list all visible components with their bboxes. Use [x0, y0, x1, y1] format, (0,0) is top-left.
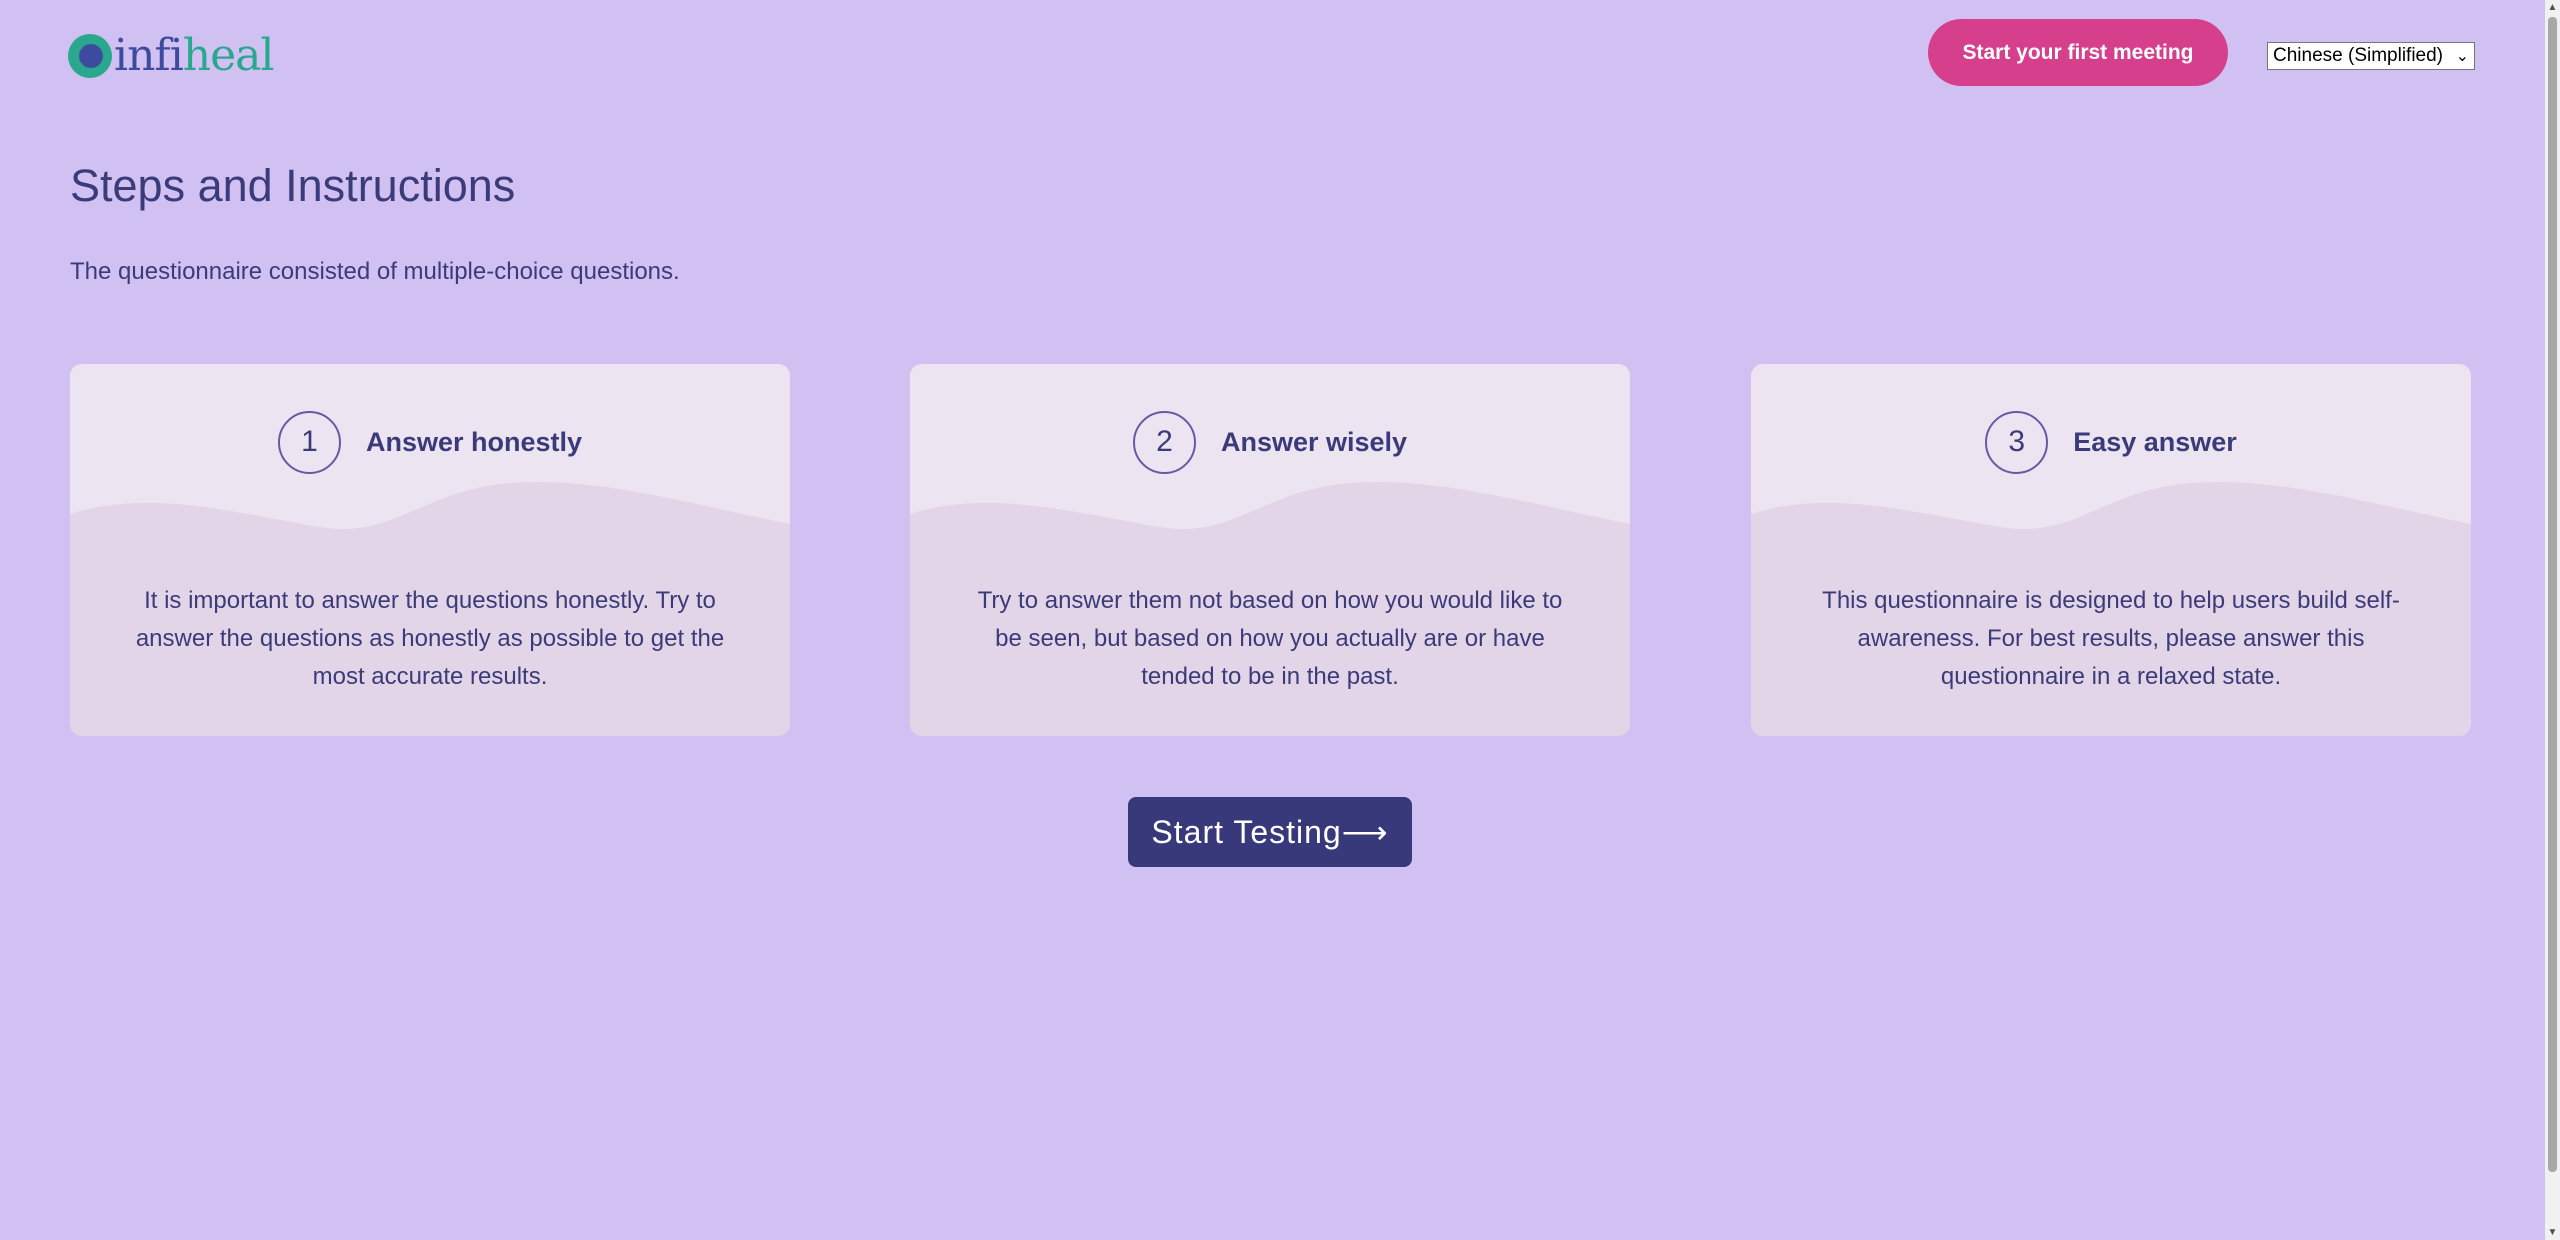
step-card-3: 3 Easy answer This questionnaire is desi…	[1751, 364, 2471, 736]
language-select-value: Chinese (Simplified)	[2273, 45, 2444, 66]
step-card-1: 1 Answer honestly It is important to ans…	[70, 364, 790, 736]
card-body: It is important to answer the questions …	[135, 587, 725, 690]
vertical-scrollbar[interactable]: ▲ ▼	[2545, 0, 2560, 1240]
page-title: Steps and Instructions	[70, 160, 516, 211]
card-title: Answer honestly	[365, 426, 583, 457]
scroll-up-icon[interactable]: ▲	[2545, 0, 2560, 15]
step-number-badge: 1	[277, 410, 341, 474]
header: infiheal Start your first meeting Chines…	[0, 0, 2545, 110]
start-testing-button[interactable]: Start Testing⟶	[1128, 797, 1412, 867]
scroll-down-icon[interactable]: ▼	[2545, 1225, 2560, 1240]
chevron-down-icon: ⌄	[2455, 48, 2469, 65]
intro-text: The questionnaire consisted of multiple-…	[70, 258, 680, 285]
logo-mark-icon	[68, 34, 112, 78]
card-body: This questionnaire is designed to help u…	[1822, 587, 2400, 690]
step-number-badge: 3	[1985, 410, 2049, 474]
scrollbar-thumb[interactable]	[2548, 17, 2557, 1172]
logo-wordmark: infiheal	[114, 30, 274, 81]
card-heading: 3 Easy answer	[1751, 410, 2471, 474]
card-heading: 1 Answer honestly	[70, 410, 790, 474]
card-body: Try to answer them not based on how you …	[977, 587, 1563, 690]
language-select[interactable]: Chinese (Simplified) ⌄	[2267, 42, 2475, 70]
card-heading: 2 Answer wisely	[910, 410, 1630, 474]
start-first-meeting-button[interactable]: Start your first meeting	[1928, 19, 2228, 86]
step-card-2: 2 Answer wisely Try to answer them not b…	[910, 364, 1630, 736]
card-title: Answer wisely	[1220, 426, 1408, 457]
card-title: Easy answer	[2073, 426, 2237, 457]
infiheal-logo[interactable]: infiheal	[68, 28, 274, 84]
step-number-badge: 2	[1132, 410, 1196, 474]
